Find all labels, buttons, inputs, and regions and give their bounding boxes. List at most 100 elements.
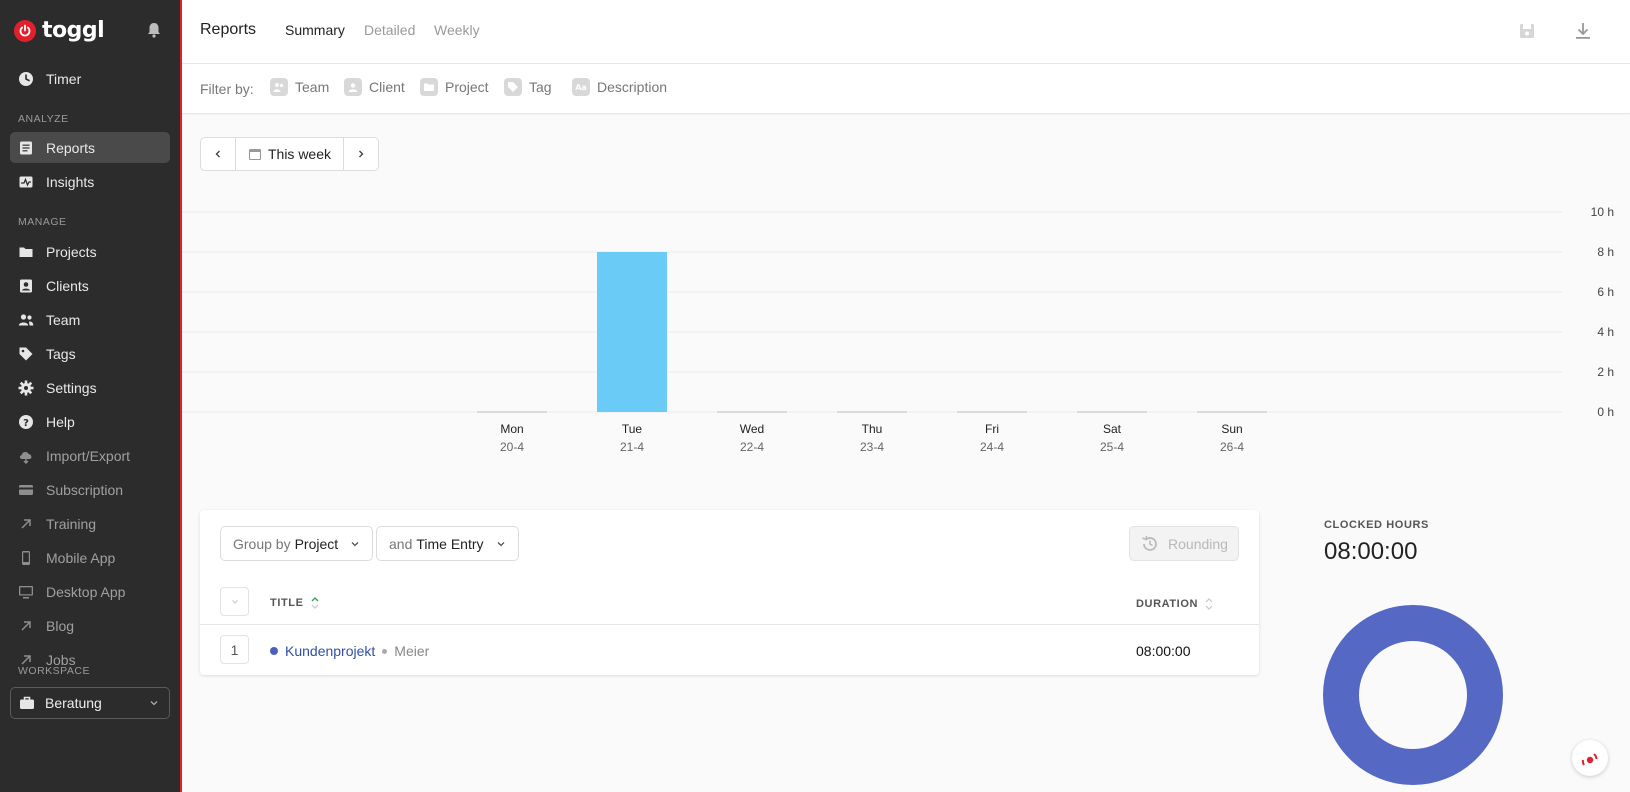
prev-week-button[interactable] bbox=[201, 138, 236, 170]
filter-project[interactable]: Project bbox=[420, 78, 489, 96]
folder-icon bbox=[19, 247, 33, 257]
tab-summary[interactable]: Summary bbox=[285, 22, 345, 38]
sidebar-item-help[interactable]: ? Help bbox=[10, 406, 170, 437]
bar bbox=[597, 252, 667, 412]
download-icon[interactable] bbox=[1572, 20, 1594, 42]
save-icon[interactable] bbox=[1516, 20, 1538, 42]
sidebar-item-label: Help bbox=[46, 413, 75, 430]
sort-icon bbox=[1205, 598, 1213, 610]
column-title[interactable]: TITLE bbox=[270, 596, 320, 610]
sidebar-item-label: Training bbox=[46, 515, 97, 532]
help-icon: ? bbox=[19, 414, 33, 429]
power-icon bbox=[14, 19, 36, 42]
sidebar-item-team[interactable]: Team bbox=[10, 304, 170, 335]
sort-icon bbox=[311, 597, 319, 609]
filter-tag[interactable]: Tag bbox=[504, 78, 552, 96]
sidebar-item-training[interactable]: Training bbox=[10, 508, 170, 539]
sidebar-item-tags[interactable]: Tags bbox=[10, 338, 170, 369]
tab-weekly[interactable]: Weekly bbox=[434, 22, 480, 38]
team-icon bbox=[270, 78, 288, 96]
chevron-left-icon bbox=[215, 150, 220, 158]
tag-icon bbox=[19, 347, 33, 360]
x-tick-date: 20-4 bbox=[500, 440, 524, 454]
table-row: Kundenprojekt Meier bbox=[270, 643, 429, 659]
chevron-down-icon bbox=[231, 599, 238, 604]
x-tick-date: 22-4 bbox=[740, 440, 764, 454]
sub-group-value: Time Entry bbox=[416, 535, 484, 552]
rounding-button[interactable]: Rounding bbox=[1129, 526, 1239, 561]
y-tick-label: 2 h bbox=[1597, 365, 1614, 379]
bar-chart: 0 h 2 h 4 h 6 h 8 h 10 h Mon 20-4 Tue 21-4 Wed 22-4… bbox=[182, 205, 1614, 454]
sidebar-item-desktop-app[interactable]: Desktop App bbox=[10, 576, 170, 607]
group-by-value: Project bbox=[294, 535, 339, 552]
briefcase-icon bbox=[20, 696, 34, 709]
sidebar-item-settings[interactable]: Settings bbox=[10, 372, 170, 403]
sidebar-item-blog[interactable]: Blog bbox=[10, 610, 170, 641]
x-tick-label: Fri bbox=[985, 422, 999, 436]
y-tick-label: 8 h bbox=[1597, 245, 1614, 259]
group-by-select[interactable]: Group by Project bbox=[220, 526, 374, 561]
sidebar-item-projects[interactable]: Projects bbox=[10, 236, 170, 267]
x-tick-date: 25-4 bbox=[1100, 440, 1124, 454]
x-tick-label: Mon bbox=[500, 422, 523, 436]
folder-icon bbox=[420, 78, 438, 96]
filter-client[interactable]: Client bbox=[344, 78, 405, 96]
sidebar-item-label: Team bbox=[46, 311, 81, 328]
sidebar-item-insights[interactable]: Insights bbox=[10, 166, 170, 197]
client-icon bbox=[20, 279, 32, 292]
filter-description[interactable]: Aa Description bbox=[572, 78, 667, 96]
date-range-text: This week bbox=[267, 146, 332, 162]
expand-all-toggle[interactable] bbox=[220, 587, 249, 616]
insights-icon bbox=[19, 176, 33, 187]
tag-icon bbox=[504, 78, 522, 96]
y-tick-label: 4 h bbox=[1597, 325, 1614, 339]
svg-text:Aa: Aa bbox=[575, 83, 587, 92]
x-tick-label: Thu bbox=[862, 422, 883, 436]
phone-icon bbox=[22, 550, 30, 565]
main-content: Reports Summary Detailed Weekly Filter b… bbox=[180, 0, 1630, 792]
chevron-right-icon bbox=[359, 150, 364, 158]
text-icon: Aa bbox=[572, 78, 590, 96]
section-analyze: ANALYZE bbox=[18, 113, 69, 125]
rounding-icon bbox=[1142, 535, 1157, 551]
workspace-select[interactable]: Beratung bbox=[10, 687, 170, 719]
y-tick-label: 6 h bbox=[1597, 285, 1614, 299]
toggl-logo[interactable]: toggl bbox=[14, 18, 105, 43]
column-duration[interactable]: DURATION bbox=[1136, 597, 1214, 611]
sub-group-select[interactable]: and Time Entry bbox=[376, 526, 519, 561]
sidebar-item-import-export[interactable]: Import/Export bbox=[10, 440, 170, 471]
chevron-down-icon bbox=[351, 541, 359, 546]
date-range-label[interactable]: This week bbox=[236, 138, 343, 170]
sidebar-item-label: Reports bbox=[46, 139, 96, 156]
sidebar-item-label: Mobile App bbox=[46, 549, 116, 566]
filter-bar: Filter by: Team Client Project Tag Aa De… bbox=[182, 64, 1630, 114]
bell-icon[interactable] bbox=[145, 21, 163, 39]
clocked-hours-label: CLOCKED HOURS bbox=[1324, 519, 1429, 531]
brand-name: toggl bbox=[42, 18, 105, 43]
donut-slice bbox=[1323, 605, 1503, 785]
chevron-down-icon bbox=[497, 541, 504, 546]
next-week-button[interactable] bbox=[343, 138, 378, 170]
filter-team[interactable]: Team bbox=[270, 78, 329, 96]
chevron-down-icon bbox=[150, 701, 158, 706]
section-manage: MANAGE bbox=[18, 216, 67, 228]
reports-icon bbox=[20, 141, 32, 154]
x-tick-label: Wed bbox=[740, 422, 764, 436]
sidebar-item-label: Tags bbox=[46, 345, 76, 362]
filter-item-label: Team bbox=[295, 79, 330, 95]
sidebar-item-reports[interactable]: Reports bbox=[10, 132, 170, 163]
project-link[interactable]: Kundenprojekt bbox=[285, 643, 375, 659]
sidebar-item-mobile-app[interactable]: Mobile App bbox=[10, 542, 170, 573]
column-title-label: TITLE bbox=[270, 597, 304, 609]
y-tick-label: 0 h bbox=[1597, 405, 1614, 419]
column-duration-label: DURATION bbox=[1136, 598, 1199, 610]
rounding-label: Rounding bbox=[1168, 535, 1228, 552]
sidebar-item-clients[interactable]: Clients bbox=[10, 270, 170, 301]
row-expand-button[interactable]: 1 bbox=[220, 635, 249, 664]
sidebar-item-subscription[interactable]: Subscription bbox=[10, 474, 170, 505]
sidebar-item-timer[interactable]: Timer bbox=[10, 63, 170, 94]
tab-detailed[interactable]: Detailed bbox=[364, 22, 415, 38]
x-tick-label: Tue bbox=[622, 422, 643, 436]
help-fab-button[interactable] bbox=[1572, 740, 1608, 776]
signal-icon bbox=[1581, 753, 1598, 766]
